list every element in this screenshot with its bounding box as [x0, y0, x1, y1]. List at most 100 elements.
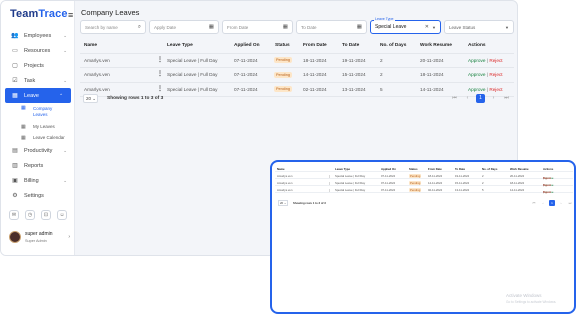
chevron-down-icon: ⌄ [63, 32, 67, 38]
to-date-placeholder: To Date [301, 24, 317, 30]
pagination-bar: 20 ⌄ Showing rows 1 to 3 of 3 ⏮ ‹ 1 › ⏭ [275, 200, 573, 208]
more-options-icon[interactable]: ⋮ [328, 174, 331, 178]
sidebar-item-label: Reports [24, 162, 44, 169]
close-icon[interactable]: ✕ [425, 24, 429, 30]
more-options-icon[interactable]: ⋮ [328, 188, 331, 192]
leave-type-select[interactable]: Leave Type Special Leave ✕ ▼ [370, 17, 441, 34]
users-icon: 👥 [11, 33, 19, 39]
app-logo[interactable]: TeamTrace [10, 8, 68, 20]
cell-from-date: 02-11-2024 [303, 86, 327, 92]
approve-link[interactable]: Approve [468, 58, 485, 63]
reject-link[interactable]: Reject [489, 58, 502, 63]
chevron-down-icon: ⌄ [63, 77, 67, 83]
activate-windows-watermark: Activate Windows [506, 293, 542, 298]
sidebar-item-label: Task [24, 77, 36, 84]
preview-window[interactable]: Name Leave Type Applied On Status From D… [270, 160, 576, 314]
column-header-actions: Actions [543, 167, 554, 171]
last-page-icon[interactable]: ⏭ [502, 94, 511, 103]
sidebar-item-leave[interactable]: ▦ Leave ⌃ [5, 88, 71, 103]
column-header-no-of-days: No. of Days [482, 167, 498, 171]
chevron-down-icon: ▼ [505, 25, 509, 30]
sidebar-item-label: Projects [24, 62, 44, 69]
calendar-icon: ▦ [208, 24, 214, 30]
cell-work-resume: 20-11-2024 [420, 57, 444, 63]
sidebar-item-label: Resources [24, 47, 51, 54]
sidebar-subitem-my-leaves[interactable]: ▦ My Leaves [1, 121, 75, 132]
table-row: Amarlys.ven ⋮ Special Leave | Full Day 0… [275, 179, 573, 187]
sidebar-item-label: Leave [24, 92, 39, 99]
more-options-icon[interactable]: ⋮ [157, 56, 163, 63]
approve-link[interactable]: Approve [468, 87, 485, 92]
next-page-icon[interactable]: › [489, 94, 498, 103]
chevron-down-icon: ⌄ [63, 177, 67, 183]
table-row: Amarlys.ven ⋮ Special Leave | Full Day 0… [275, 186, 573, 194]
from-date-placeholder: From Date [227, 24, 249, 30]
rows-per-page-select[interactable]: 20 ⌄ [278, 200, 288, 206]
last-page-icon[interactable]: ⏭ [567, 200, 573, 206]
sidebar-item-employees[interactable]: 👥 Employees ⌄ [1, 28, 75, 43]
page-number-current[interactable]: 1 [476, 94, 485, 103]
more-options-icon[interactable]: ⋮ [328, 181, 331, 185]
clock-icon[interactable]: ◷ [25, 210, 35, 220]
leave-status-select[interactable]: Leave Status ▼ [444, 20, 514, 34]
first-page-icon[interactable]: ⏮ [531, 200, 537, 206]
table-row: Amarlys.ven ⋮ Special Leave | Full Day 0… [80, 54, 514, 68]
sidebar-item-productivity[interactable]: ▤ Productivity ⌄ [1, 143, 75, 158]
sidebar-item-resources[interactable]: ▭ Resources ⌄ [1, 43, 75, 58]
sidebar-item-billing[interactable]: ▣ Billing ⌄ [1, 173, 75, 188]
cell-work-resume: 18-11-2024 [420, 72, 444, 77]
cell-applied-on: 07-11-2024 [381, 181, 396, 185]
sidebar-item-task[interactable]: ☑ Task ⌄ [1, 73, 75, 88]
cell-work-resume: 14-11-2024 [510, 188, 525, 192]
rows-per-page-value: 20 [86, 96, 92, 101]
previous-page-icon[interactable]: ‹ [463, 94, 472, 103]
folder-icon: ▭ [12, 48, 18, 54]
cell-applied-on: 07-11-2024 [234, 57, 258, 63]
cell-applied-on: 07-11-2024 [381, 174, 396, 178]
cell-applied-on: 07-11-2024 [234, 86, 258, 92]
quick-icons: ✉ ◷ ⊡ ☺ [9, 210, 67, 220]
user-profile[interactable]: super admin Super Admin › [9, 229, 73, 249]
sidebar-item-settings[interactable]: ⚙ Settings [1, 188, 75, 203]
rows-per-page-select[interactable]: 20 ⌄ [83, 94, 98, 103]
more-options-icon[interactable]: ⋮ [157, 85, 163, 92]
action-separator: | [486, 86, 488, 92]
cell-leave-type: Special Leave | Full Day [335, 181, 366, 185]
page-number-current[interactable]: 1 [549, 200, 555, 206]
status-badge: Pending [274, 86, 292, 93]
search-input[interactable]: Search by name ⌕ [80, 20, 146, 34]
table-header: Name Leave Type Applied On Status From D… [80, 39, 514, 54]
previous-page-icon[interactable]: ‹ [540, 200, 546, 206]
sidebar-item-label: Settings [24, 192, 44, 199]
from-date-field[interactable]: From Date ▦ [222, 20, 293, 34]
projects-icon: ▢ [12, 63, 18, 69]
more-options-icon[interactable]: ⋮ [157, 70, 163, 77]
leave-type-value: Special Leave [375, 24, 407, 30]
column-header-from-date: From Date [303, 43, 327, 48]
mail-icon[interactable]: ✉ [9, 210, 19, 220]
cell-to-date: 13-11-2024 [455, 188, 470, 192]
to-date-field[interactable]: To Date ▦ [296, 20, 367, 34]
status-badge: Pending [409, 188, 422, 192]
reject-link[interactable]: Reject [489, 87, 502, 92]
sidebar-item-projects[interactable]: ▢ Projects [1, 58, 75, 73]
action-separator: | [486, 72, 488, 77]
apply-date-field[interactable]: Apply Date ▦ [149, 20, 219, 34]
lock-icon[interactable]: ⊡ [41, 210, 51, 220]
cell-no-of-days: 5 [482, 188, 484, 192]
apply-date-placeholder: Apply Date [154, 24, 177, 30]
action-separator: | [486, 57, 488, 63]
reject-link[interactable]: Reject [543, 190, 551, 194]
next-page-icon[interactable]: › [558, 200, 564, 206]
sidebar-subitem-leave-calendar[interactable]: ▦ Leave Calendar [1, 132, 75, 143]
hamburger-menu-icon[interactable]: ≡ [68, 10, 73, 20]
first-page-icon[interactable]: ⏮ [450, 94, 459, 103]
sidebar-subitem-company-leaves[interactable]: ▦ Company Leaves [1, 103, 75, 121]
reject-link[interactable]: Reject [489, 72, 502, 77]
sidebar-item-reports[interactable]: ▥ Reports [1, 158, 75, 173]
user-icon[interactable]: ☺ [57, 210, 67, 220]
approve-link[interactable]: Approve [468, 72, 485, 77]
subitem-label: Leave Calendar [33, 135, 65, 140]
cell-to-date: 19-11-2024 [342, 57, 366, 63]
pagination-bar: 20 ⌄ Showing rows 1 to 3 of 3 ⏮ ‹ 1 › ⏭ [80, 94, 514, 104]
